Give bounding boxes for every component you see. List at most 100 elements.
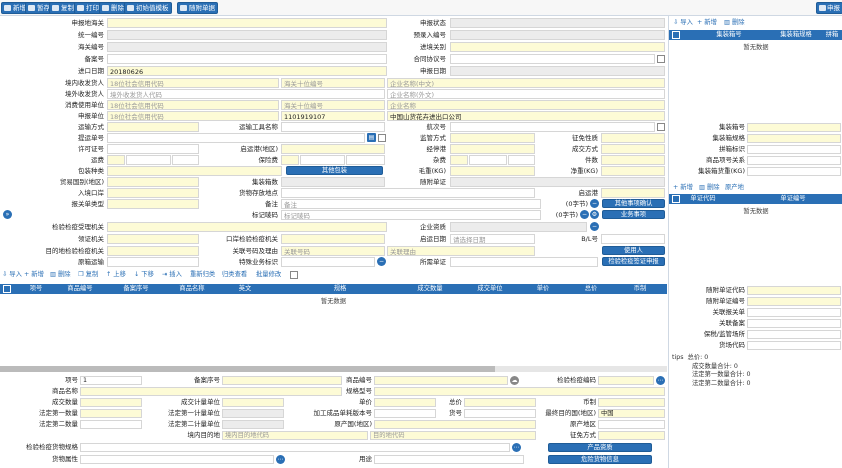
voyage-no-field[interactable]	[450, 122, 655, 132]
business-button[interactable]: 业务事项	[602, 210, 665, 219]
product-qual-button[interactable]: 产品资质	[548, 443, 652, 452]
goods-place-field[interactable]	[281, 188, 535, 198]
domestic-consignee-code[interactable]: 18位社会信用代码	[107, 78, 279, 88]
contract-no-field[interactable]	[450, 54, 655, 64]
port-org-field[interactable]	[107, 234, 199, 244]
danger-goods-button[interactable]: 危险货物信息	[548, 455, 652, 464]
goods-select-all[interactable]	[3, 285, 11, 293]
special-biz-field[interactable]	[281, 257, 375, 267]
freight-currency[interactable]	[172, 155, 199, 165]
freight-rate[interactable]	[126, 155, 171, 165]
copy-button[interactable]: 复制	[49, 2, 77, 14]
origin-country-field[interactable]	[374, 420, 536, 429]
remark-field[interactable]: 备注	[281, 199, 541, 209]
lcl-flag-field[interactable]	[747, 145, 841, 154]
transport-tool-field[interactable]	[281, 122, 385, 132]
inspect-code-more-icon[interactable]: ⋯	[656, 376, 665, 385]
ent-qual-minus-icon[interactable]: −	[590, 222, 599, 231]
legal-qty1-field[interactable]	[80, 409, 142, 418]
record-no-field[interactable]	[107, 54, 387, 64]
consumer-unit-code[interactable]: 18位社会信用代码	[107, 100, 279, 110]
gross-weight-field[interactable]	[450, 166, 535, 176]
port-inspect-field[interactable]	[281, 234, 385, 244]
total-price-field[interactable]	[464, 398, 536, 407]
mark-no-field[interactable]: 标记唛码	[281, 210, 541, 220]
depart-port2-field[interactable]	[601, 188, 665, 198]
goods-reclassify-button[interactable]: 重新归类	[190, 270, 215, 280]
doc-type-field[interactable]	[747, 286, 841, 295]
overseas-consignee-code[interactable]: 境外收发货人代码	[107, 89, 385, 99]
origin-region-field[interactable]	[598, 420, 665, 429]
misc-rate[interactable]	[469, 155, 507, 165]
template-button[interactable]: 初始值模板	[124, 2, 172, 14]
deal-qty-field[interactable]	[80, 398, 142, 407]
dest-org-field[interactable]	[107, 246, 199, 256]
dest-code-field[interactable]: 目的地代码	[370, 431, 536, 440]
related-record-field[interactable]	[747, 319, 841, 328]
goods-seq-field[interactable]	[747, 156, 841, 165]
depart-port-field[interactable]	[281, 144, 385, 154]
voyage-checkbox[interactable]	[657, 123, 665, 131]
goods-copy-button[interactable]: ❐ 复制	[78, 270, 98, 280]
bill-doc-icon[interactable]: ▤	[367, 133, 376, 142]
goods-no-field[interactable]	[464, 409, 536, 418]
deal-unit-field[interactable]	[222, 398, 284, 407]
goods-hscroll-track[interactable]	[495, 366, 667, 372]
bl-no-field[interactable]	[601, 234, 665, 244]
insurance-currency[interactable]	[346, 155, 385, 165]
related-reason-field[interactable]: 关联理由	[387, 246, 535, 256]
final-dest-field[interactable]: 中国	[598, 409, 665, 418]
related-no-field[interactable]: 关联号码	[281, 246, 385, 256]
record-seq-field[interactable]	[222, 376, 342, 385]
orig-transport-field[interactable]	[107, 257, 199, 267]
yard-code-field[interactable]	[747, 341, 841, 350]
misc-currency[interactable]	[508, 155, 535, 165]
doc-origin-button[interactable]: 原产地	[725, 183, 744, 193]
declare-unit-code[interactable]: 18位社会信用代码	[107, 111, 279, 121]
freight-mark[interactable]	[107, 155, 125, 165]
goods-new-button[interactable]: + 新增	[24, 270, 44, 280]
consumer-unit-name[interactable]: 企业名称	[387, 100, 665, 110]
net-weight-field[interactable]	[601, 166, 665, 176]
goods-hscrollbar[interactable]	[0, 366, 495, 372]
insurance-rate[interactable]	[300, 155, 345, 165]
expand-icon[interactable]: »	[3, 210, 12, 219]
trade-country-field[interactable]	[107, 177, 199, 187]
misc-mark[interactable]	[450, 155, 468, 165]
bill-no-field[interactable]	[107, 133, 365, 143]
goods-code-cloud-icon[interactable]: ☁	[510, 376, 519, 385]
goods-class-view-button[interactable]: 归类查看	[222, 270, 247, 280]
container-no-field[interactable]	[747, 123, 841, 132]
contract-checkbox[interactable]	[657, 55, 665, 63]
container-delete-button[interactable]: ▥ 删除	[724, 18, 745, 28]
inspect-spec-field[interactable]	[80, 443, 510, 452]
goods-attr-more-icon[interactable]: ⋯	[276, 455, 285, 464]
delete-button[interactable]: 删除	[99, 2, 127, 14]
inspect-org-field[interactable]	[107, 222, 387, 232]
goods-code-field[interactable]	[374, 376, 508, 385]
doc-new-button[interactable]: + 新增	[673, 183, 693, 193]
pack-type-field[interactable]	[107, 166, 282, 176]
doc-select-all[interactable]	[672, 195, 680, 203]
bonded-place-field[interactable]	[747, 330, 841, 339]
pieces-field[interactable]	[601, 155, 665, 165]
other-confirm-button[interactable]: 其他事项确认	[602, 199, 665, 208]
entry-customs-field[interactable]	[450, 42, 665, 52]
declare-customs-field[interactable]	[107, 18, 387, 28]
insurance-mark[interactable]	[281, 155, 299, 165]
deal-mode-field[interactable]	[601, 144, 665, 154]
usage-field[interactable]	[374, 455, 524, 464]
goods-attr-field[interactable]	[80, 455, 274, 464]
attach-doc2-field[interactable]	[450, 257, 598, 267]
goods-down-button[interactable]: ↓ 下移	[134, 270, 154, 280]
stop-port-field[interactable]	[450, 144, 535, 154]
import-date-field[interactable]: 20180626	[107, 66, 387, 76]
bill-checkbox[interactable]	[378, 134, 386, 142]
special-biz-minus-icon[interactable]: −	[377, 257, 386, 266]
container-select-all[interactable]	[672, 31, 680, 39]
process-ver-field[interactable]	[374, 409, 436, 418]
declare-type-field[interactable]	[107, 199, 199, 209]
transport-mode-field[interactable]	[107, 122, 199, 132]
print-button[interactable]: 打印	[74, 2, 102, 14]
declare-unit-name[interactable]: 中国山货花卉进出口公司	[387, 111, 665, 121]
